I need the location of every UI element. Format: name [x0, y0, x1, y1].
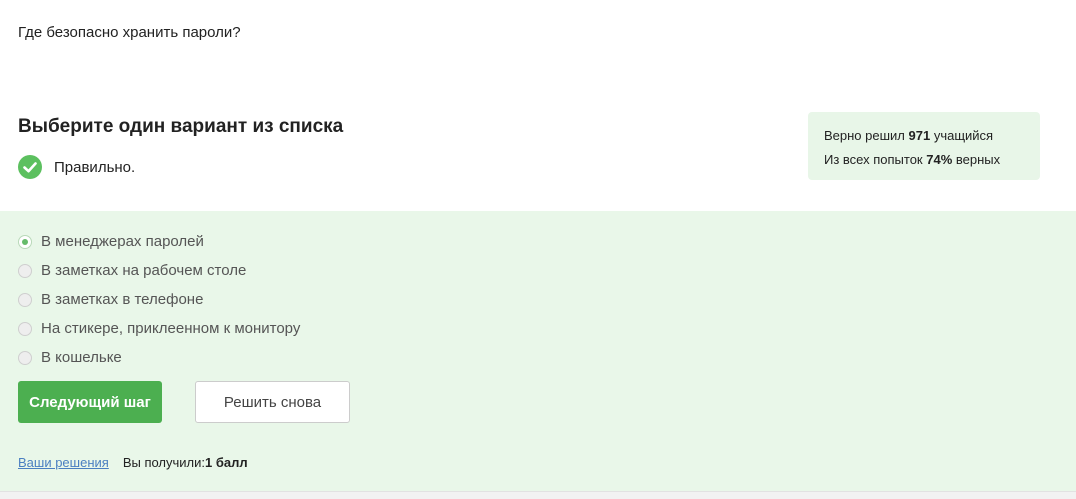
stats-percent-line: Из всех попыток 74% верных — [824, 148, 1024, 172]
options-list: В менеджерах паролей В заметках на рабоч… — [18, 227, 300, 372]
option-label: На стикере, приклеенном к монитору — [41, 320, 301, 337]
submission-footer: Ваши решения Вы получили: 1 балл — [18, 455, 248, 470]
radio-button[interactable] — [18, 292, 32, 307]
stats-percent-suffix: верных — [952, 152, 1001, 167]
option-label: В менеджерах паролей — [41, 233, 204, 250]
radio-button[interactable] — [18, 350, 32, 365]
option-label: В заметках в телефоне — [41, 291, 204, 308]
result-label: Правильно. — [54, 158, 136, 176]
stats-solved-count: 971 — [908, 128, 931, 143]
option-label: В заметках на рабочем столе — [41, 262, 247, 279]
stats-solved-line: Верно решил 971 учащийся — [824, 124, 1024, 148]
option-password-manager[interactable]: В менеджерах паролей — [18, 227, 300, 256]
your-solutions-link[interactable]: Ваши решения — [18, 455, 109, 470]
instruction-heading: Выберите один вариант из списка — [18, 116, 344, 137]
option-desktop-notes[interactable]: В заметках на рабочем столе — [18, 256, 300, 285]
option-sticker[interactable]: На стикере, приклеенном к монитору — [18, 314, 300, 343]
radio-button[interactable] — [18, 321, 32, 336]
question-text: Где безопасно хранить пароли? — [18, 24, 241, 41]
retry-button[interactable]: Решить снова — [195, 381, 350, 423]
stats-panel: Верно решил 971 учащийся Из всех попыток… — [808, 112, 1040, 180]
score-value: 1 балл — [205, 455, 248, 470]
radio-button[interactable] — [18, 263, 32, 278]
answer-area: В менеджерах паролей В заметках на рабоч… — [0, 211, 1076, 491]
stats-percent-value: 74% — [926, 152, 953, 167]
result-status: Правильно. — [18, 155, 135, 179]
score-prefix: Вы получили: — [122, 455, 206, 470]
stats-solved-suffix: учащийся — [930, 128, 994, 143]
check-circle-icon — [18, 155, 42, 179]
radio-button-checked[interactable] — [18, 234, 32, 249]
next-step-button[interactable]: Следующий шаг — [18, 381, 162, 423]
option-phone-notes[interactable]: В заметках в телефоне — [18, 285, 300, 314]
option-label: В кошельке — [41, 349, 122, 366]
option-wallet[interactable]: В кошельке — [18, 343, 300, 372]
stats-solved-prefix: Верно решил — [824, 128, 909, 143]
stats-percent-prefix: Из всех попыток — [824, 152, 927, 167]
